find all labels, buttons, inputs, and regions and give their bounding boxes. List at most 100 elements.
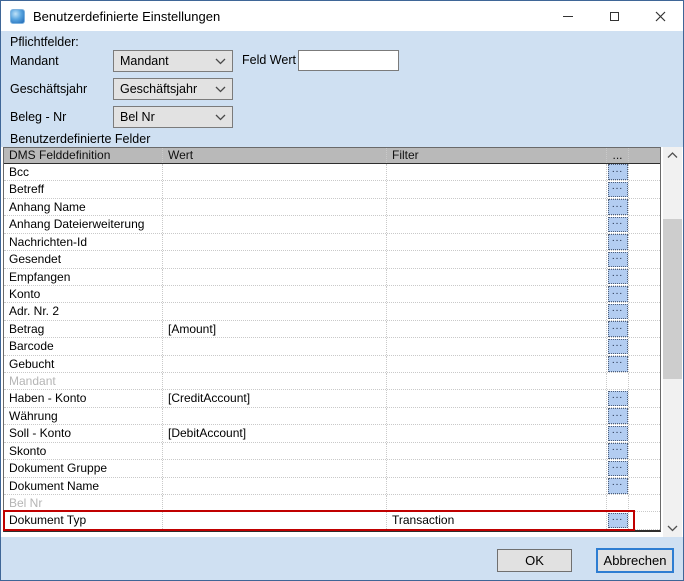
- ellipsis-button[interactable]: ...: [608, 234, 628, 250]
- cell-filter[interactable]: [387, 443, 607, 459]
- ok-button[interactable]: OK: [497, 549, 572, 572]
- cell-wert[interactable]: [163, 216, 387, 232]
- table-row[interactable]: Empfangen ...: [4, 269, 660, 286]
- cell-filter[interactable]: [387, 199, 607, 215]
- ellipsis-button[interactable]: ...: [608, 391, 628, 407]
- cell-wert[interactable]: [163, 512, 387, 528]
- cell-filter[interactable]: [387, 269, 607, 285]
- scroll-down-button[interactable]: [663, 520, 682, 537]
- column-header-filter[interactable]: Filter: [387, 148, 607, 163]
- cell-wert[interactable]: [163, 164, 387, 180]
- ellipsis-button[interactable]: ...: [608, 478, 628, 494]
- ellipsis-button[interactable]: ...: [608, 199, 628, 215]
- cell-filter[interactable]: [387, 181, 607, 197]
- table-row[interactable]: Bel Nr: [4, 495, 660, 512]
- cell-filter[interactable]: [387, 164, 607, 180]
- table-row[interactable]: Anhang Name ...: [4, 199, 660, 216]
- cell-wert[interactable]: [163, 234, 387, 250]
- table-row[interactable]: Konto ...: [4, 286, 660, 303]
- table-row[interactable]: Haben - Konto [CreditAccount] ...: [4, 390, 660, 407]
- ellipsis-button[interactable]: ...: [608, 356, 628, 372]
- ellipsis-button[interactable]: ...: [608, 408, 628, 424]
- feld-wert-input[interactable]: [298, 50, 399, 71]
- cell-wert[interactable]: [163, 373, 387, 389]
- cell-filter[interactable]: [387, 478, 607, 494]
- cell-wert[interactable]: [163, 495, 387, 511]
- ellipsis-button[interactable]: ...: [608, 461, 628, 477]
- ellipsis-button[interactable]: ...: [608, 443, 628, 459]
- cell-wert[interactable]: [163, 408, 387, 424]
- cell-wert[interactable]: [163, 356, 387, 372]
- table-scrollbar[interactable]: [663, 147, 682, 537]
- table-row[interactable]: Betrag [Amount] ...: [4, 321, 660, 338]
- table-row[interactable]: Dokument Typ Transaction ...: [4, 512, 660, 529]
- ellipsis-button[interactable]: ...: [608, 513, 628, 529]
- geschaeftsjahr-combo[interactable]: Geschäftsjahr: [113, 78, 233, 100]
- ellipsis-button[interactable]: ...: [608, 304, 628, 320]
- table-row[interactable]: Gebucht ...: [4, 356, 660, 373]
- cell-filter[interactable]: [387, 390, 607, 406]
- table-row[interactable]: Nachrichten-Id ...: [4, 234, 660, 251]
- table-row[interactable]: Bcc ...: [4, 164, 660, 181]
- ellipsis-button[interactable]: ...: [608, 339, 628, 355]
- ellipsis-button[interactable]: ...: [608, 286, 628, 302]
- ellipsis-button[interactable]: ...: [608, 182, 628, 198]
- cell-filter[interactable]: Transaction: [387, 512, 607, 528]
- table-row[interactable]: Dokument Name ...: [4, 478, 660, 495]
- cell-wert[interactable]: [DebitAccount]: [163, 425, 387, 441]
- cell-filter[interactable]: [387, 286, 607, 302]
- table-row[interactable]: Barcode ...: [4, 338, 660, 355]
- ellipsis-button[interactable]: ...: [608, 252, 628, 268]
- cell-wert[interactable]: [163, 460, 387, 476]
- maximize-button[interactable]: [591, 1, 637, 31]
- ellipsis-button[interactable]: ...: [608, 164, 628, 180]
- close-button[interactable]: [637, 1, 683, 31]
- ellipsis-button[interactable]: ...: [608, 217, 628, 233]
- table-row[interactable]: Anhang Dateierweiterung ...: [4, 216, 660, 233]
- cell-wert[interactable]: [163, 303, 387, 319]
- table-row[interactable]: Gesendet ...: [4, 251, 660, 268]
- cell-wert[interactable]: [163, 199, 387, 215]
- cell-wert[interactable]: [163, 286, 387, 302]
- column-header-wert[interactable]: Wert: [163, 148, 387, 163]
- cell-wert[interactable]: [CreditAccount]: [163, 390, 387, 406]
- table-row[interactable]: Adr. Nr. 2 ...: [4, 303, 660, 320]
- cell-filter[interactable]: [387, 338, 607, 354]
- cell-wert[interactable]: [163, 478, 387, 494]
- beleg-nr-combo[interactable]: Bel Nr: [113, 106, 233, 128]
- cell-filter[interactable]: [387, 495, 607, 511]
- column-header-felddefinition[interactable]: DMS Felddefinition: [4, 148, 163, 163]
- cell-wert[interactable]: [163, 251, 387, 267]
- cell-spacer: [629, 251, 660, 267]
- ellipsis-button[interactable]: ...: [608, 269, 628, 285]
- cell-filter[interactable]: [387, 321, 607, 337]
- cell-wert[interactable]: [Amount]: [163, 321, 387, 337]
- cell-filter[interactable]: [387, 356, 607, 372]
- scrollbar-thumb[interactable]: [663, 219, 682, 379]
- cell-filter[interactable]: [387, 460, 607, 476]
- table-row[interactable]: Währung ...: [4, 408, 660, 425]
- scroll-up-button[interactable]: [663, 147, 682, 164]
- table-row[interactable]: Mandant: [4, 373, 660, 390]
- minimize-button[interactable]: [545, 1, 591, 31]
- column-header-ellipsis[interactable]: ...: [607, 148, 629, 163]
- table-row[interactable]: Dokument Gruppe ...: [4, 460, 660, 477]
- cell-wert[interactable]: [163, 338, 387, 354]
- table-row[interactable]: Betreff ...: [4, 181, 660, 198]
- cell-wert[interactable]: [163, 443, 387, 459]
- cell-filter[interactable]: [387, 425, 607, 441]
- table-row[interactable]: Soll - Konto [DebitAccount] ...: [4, 425, 660, 442]
- cell-filter[interactable]: [387, 303, 607, 319]
- ellipsis-button[interactable]: ...: [608, 426, 628, 442]
- ellipsis-button[interactable]: ...: [608, 321, 628, 337]
- table-row[interactable]: Skonto ...: [4, 443, 660, 460]
- cancel-button[interactable]: Abbrechen: [596, 548, 674, 573]
- cell-filter[interactable]: [387, 251, 607, 267]
- cell-filter[interactable]: [387, 216, 607, 232]
- cell-filter[interactable]: [387, 234, 607, 250]
- cell-filter[interactable]: [387, 373, 607, 389]
- cell-wert[interactable]: [163, 181, 387, 197]
- mandant-combo[interactable]: Mandant: [113, 50, 233, 72]
- cell-filter[interactable]: [387, 408, 607, 424]
- cell-wert[interactable]: [163, 269, 387, 285]
